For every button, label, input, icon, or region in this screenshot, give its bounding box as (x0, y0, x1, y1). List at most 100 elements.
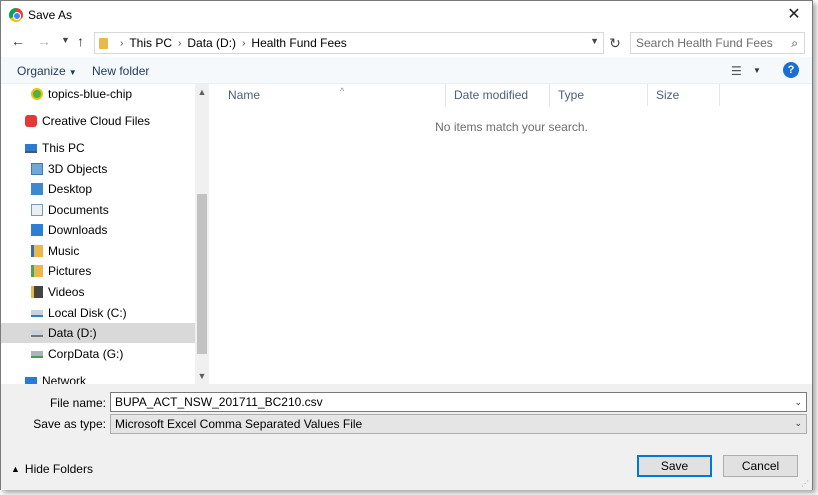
tree-item-label: This PC (42, 141, 85, 155)
help-icon[interactable]: ? (783, 62, 799, 78)
organize-button[interactable]: Organize ▼ (17, 64, 77, 78)
tree-item-pictures[interactable]: Pictures (1, 261, 195, 281)
new-folder-button[interactable]: New folder (92, 64, 149, 78)
network-drive-icon (31, 350, 43, 358)
tree-item-label: Pictures (48, 264, 92, 278)
tree-item-local-disk-c[interactable]: Local Disk (C:) (1, 303, 195, 323)
chevron-up-icon: ▲ (11, 464, 20, 474)
close-button[interactable]: ✕ (784, 5, 804, 25)
tree-item-corpdata-g[interactable]: CorpData (G:) (1, 344, 195, 364)
sort-ascending-icon: ^ (340, 86, 345, 96)
creative-cloud-icon (25, 115, 37, 127)
save-as-dialog: Save As ✕ ← → ▼ ↑ › This PC › Data (D:) … (0, 0, 813, 490)
scroll-down-icon[interactable]: ▼ (195, 371, 209, 381)
drive-icon (31, 329, 43, 337)
save-options-panel: File name: ⌄ Save as type: Microsoft Exc… (1, 384, 812, 490)
tree-item-music[interactable]: Music (1, 241, 195, 261)
search-icon[interactable]: ⌕ (791, 36, 798, 51)
tree-item-label: Downloads (48, 223, 108, 237)
column-header-type[interactable]: Type (550, 84, 648, 106)
recent-locations-chevron-icon[interactable]: ▼ (61, 35, 70, 45)
breadcrumb-health-fund-fees[interactable]: Health Fund Fees (251, 36, 346, 50)
tree-item-3d-objects[interactable]: 3D Objects (1, 159, 195, 179)
file-name-combo: ⌄ (110, 392, 807, 412)
file-name-input[interactable] (111, 393, 771, 411)
tree-item-label: Videos (48, 285, 85, 299)
desktop-icon (31, 183, 43, 195)
tree-item-videos[interactable]: Videos (1, 282, 195, 302)
tree-item-topics-blue-chip[interactable]: topics-blue-chip (1, 84, 195, 104)
tree-item-data-d[interactable]: Data (D:) (1, 323, 195, 343)
tree-item-label: Desktop (48, 182, 93, 196)
music-icon (31, 245, 43, 257)
organize-label: Organize (17, 64, 66, 78)
tree-item-creative-cloud[interactable]: Creative Cloud Files (1, 111, 195, 131)
cancel-button[interactable]: Cancel (723, 455, 798, 477)
column-header-name[interactable]: Name ^ (220, 84, 446, 106)
local-disk-icon (31, 309, 43, 317)
tree-item-label: topics-blue-chip (48, 87, 133, 101)
documents-icon (31, 204, 43, 216)
column-header-date-modified[interactable]: Date modified (446, 84, 550, 106)
file-list: Name ^ Date modified Type Size No items … (210, 84, 813, 384)
tree-item-label: 3D Objects (48, 162, 108, 176)
address-bar[interactable]: › This PC › Data (D:) › Health Fund Fees… (94, 32, 604, 54)
view-options-icon[interactable]: ☰ (731, 64, 742, 78)
3d-objects-icon (31, 163, 43, 175)
tree-item-label: Data (D:) (48, 326, 97, 340)
navigation-pane: topics-blue-chip Creative Cloud Files Th… (1, 84, 209, 384)
breadcrumb-separator-icon[interactable]: › (120, 38, 123, 49)
column-label: Name (228, 88, 261, 102)
tree-item-label: Documents (48, 203, 109, 217)
breadcrumb-separator-icon[interactable]: › (242, 38, 245, 49)
tree-item-downloads[interactable]: Downloads (1, 220, 195, 240)
breadcrumb-this-pc[interactable]: This PC (129, 36, 172, 50)
file-name-label: File name: (49, 396, 106, 410)
nav-pane-scrollbar[interactable]: ▲ ▼ (195, 84, 209, 384)
tree-item-label: CorpData (G:) (48, 347, 124, 361)
hide-folders-label: Hide Folders (24, 462, 93, 476)
tree-item-label: Music (48, 244, 80, 258)
address-dropdown-icon[interactable]: ▼ (590, 36, 599, 46)
chevron-down-icon: ▼ (68, 68, 77, 77)
network-icon (25, 376, 37, 384)
downloads-icon (31, 224, 43, 236)
forward-arrow-icon[interactable]: → (37, 33, 51, 49)
tree-item-label: Network (42, 374, 87, 384)
tree-item-label: Local Disk (C:) (48, 306, 127, 320)
save-button[interactable]: Save (637, 455, 712, 477)
videos-icon (31, 286, 43, 298)
search-box: ⌕ (630, 32, 805, 54)
folder-icon (99, 37, 108, 49)
column-header-size[interactable]: Size (648, 84, 720, 106)
hide-folders-button[interactable]: ▲ Hide Folders (11, 462, 93, 476)
title-bar: Save As ✕ (1, 1, 812, 29)
command-toolbar: Organize ▼ New folder ☰ ▼ ? (1, 57, 812, 84)
breadcrumb-separator-icon[interactable]: › (178, 38, 181, 49)
computer-icon (25, 143, 37, 153)
window-title: Save As (28, 8, 73, 22)
breadcrumb-data-d[interactable]: Data (D:) (187, 36, 236, 50)
empty-folder-message: No items match your search. (435, 120, 588, 134)
file-name-dropdown-icon[interactable]: ⌄ (794, 397, 802, 408)
resize-grip-icon[interactable]: ⋰ (801, 479, 809, 488)
save-as-type-value: Microsoft Excel Comma Separated Values F… (115, 417, 363, 431)
save-as-type-dropdown-icon[interactable]: ⌄ (794, 419, 802, 428)
refresh-icon[interactable]: ↻ (606, 32, 624, 54)
view-dropdown-icon[interactable]: ▼ (753, 66, 761, 75)
pictures-icon (31, 265, 43, 277)
tree-item-desktop[interactable]: Desktop (1, 179, 195, 199)
chrome-icon (9, 8, 23, 22)
back-arrow-icon[interactable]: ← (11, 33, 25, 49)
topics-icon (31, 88, 43, 100)
tree-item-network[interactable]: Network (1, 371, 195, 384)
save-as-type-select[interactable]: Microsoft Excel Comma Separated Values F… (110, 414, 807, 434)
tree-item-this-pc[interactable]: This PC (1, 138, 195, 158)
search-input[interactable] (631, 33, 781, 53)
save-as-type-label: Save as type: (33, 417, 106, 431)
up-arrow-icon[interactable]: ↑ (77, 33, 84, 49)
scroll-up-icon[interactable]: ▲ (195, 87, 209, 97)
scrollbar-thumb[interactable] (197, 194, 207, 354)
tree-item-documents[interactable]: Documents (1, 200, 195, 220)
tree-item-label: Creative Cloud Files (42, 114, 151, 128)
